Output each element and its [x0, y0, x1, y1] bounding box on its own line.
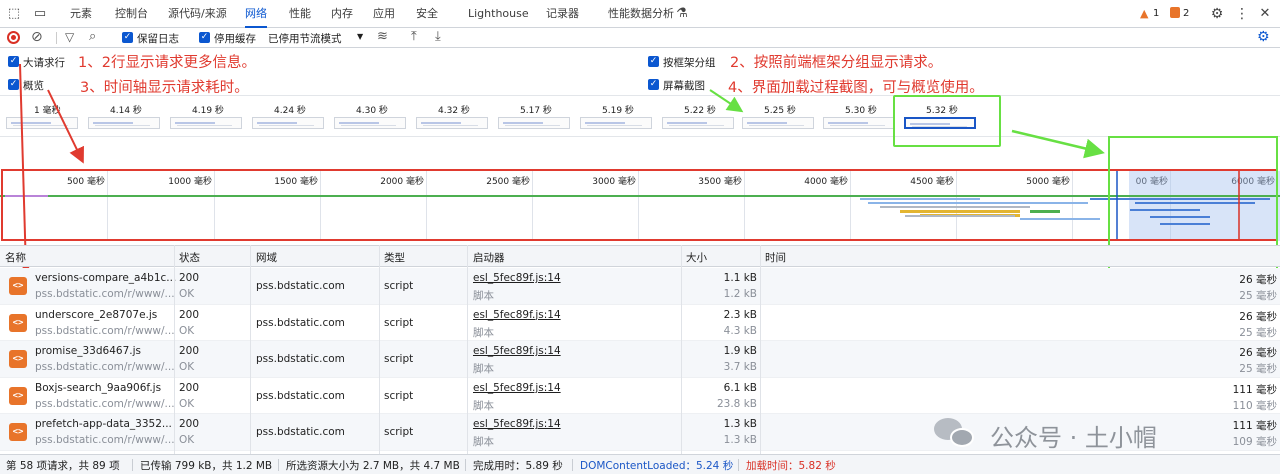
request-domain: pss.bdstatic.com: [256, 389, 345, 402]
initiator-type: 脚本: [473, 363, 494, 376]
status-divider: [278, 459, 279, 471]
request-latency: 109 毫秒: [1232, 436, 1277, 449]
initiator-link[interactable]: esl_5fec89f.js:14: [473, 309, 561, 321]
request-latency: 25 毫秒: [1239, 363, 1277, 376]
initiator-type: 脚本: [473, 290, 494, 302]
request-time: 111 毫秒: [1232, 383, 1277, 396]
watermark-text: 公众号 · 土小帽: [990, 424, 1157, 452]
initiator-link[interactable]: esl_5fec89f.js:14: [473, 345, 561, 357]
status-requests: 第 58 项请求，共 89 项: [6, 460, 120, 472]
table-row[interactable]: <> Boxjs-search_9aa906f.js pss.bdstatic.co…: [0, 378, 1280, 415]
request-path: pss.bdstatic.com/r/www/...: [35, 397, 175, 410]
col-size[interactable]: 大小: [686, 250, 707, 265]
request-type: script: [384, 316, 414, 329]
status-text: OK: [179, 434, 195, 447]
transfer-size: 1.1 kB: [723, 272, 757, 284]
status-text: OK: [179, 288, 195, 300]
script-file-icon: <>: [9, 313, 27, 332]
script-file-icon: <>: [9, 386, 27, 405]
request-path: pss.bdstatic.com/r/www/...: [35, 288, 175, 300]
col-name[interactable]: 名称: [5, 250, 26, 265]
request-path: pss.bdstatic.com/r/www/...: [35, 324, 175, 337]
initiator-type: 脚本: [473, 436, 494, 449]
status-dcl: DOMContentLoaded：5.24 秒: [580, 460, 734, 472]
column-divider[interactable]: [760, 245, 761, 454]
request-type: script: [384, 389, 414, 402]
status-text: OK: [179, 397, 195, 410]
status-divider: [572, 459, 573, 471]
status-code: 200: [179, 272, 200, 284]
col-status[interactable]: 状态: [179, 250, 200, 265]
col-domain[interactable]: 网域: [256, 250, 277, 265]
status-code: 200: [179, 418, 200, 431]
resource-size: 3.7 kB: [723, 361, 757, 374]
wechat-icon: [934, 416, 978, 450]
column-divider[interactable]: [467, 245, 468, 454]
request-name[interactable]: Boxjs-search_9aa906f.js: [35, 382, 161, 394]
resource-size: 1.3 kB: [723, 434, 757, 447]
transfer-size: 1.3 kB: [723, 418, 757, 431]
column-divider[interactable]: [174, 245, 175, 454]
column-divider[interactable]: [250, 245, 251, 454]
status-divider: [132, 459, 133, 471]
resource-size: 1.2 kB: [723, 288, 757, 300]
request-latency: 25 毫秒: [1239, 290, 1277, 302]
status-code: 200: [179, 308, 200, 321]
request-time: 111 毫秒: [1232, 420, 1277, 433]
request-latency: 110 毫秒: [1232, 399, 1277, 412]
request-name[interactable]: promise_33d6467.js: [35, 345, 141, 357]
script-file-icon: <>: [9, 350, 27, 369]
initiator-type: 脚本: [473, 326, 494, 339]
request-domain: pss.bdstatic.com: [256, 426, 345, 439]
column-divider[interactable]: [379, 245, 380, 454]
request-name[interactable]: versions-compare_a4b1c...: [35, 272, 176, 284]
transfer-size: 1.9 kB: [723, 345, 757, 358]
status-divider: [738, 459, 739, 471]
request-latency: 25 毫秒: [1239, 326, 1277, 339]
request-time: 26 毫秒: [1239, 347, 1277, 360]
request-type: script: [384, 426, 414, 439]
initiator-link[interactable]: esl_5fec89f.js:14: [473, 418, 561, 430]
table-header: 名称 状态 网域 类型 启动器 大小 时间: [0, 245, 1280, 267]
table-row[interactable]: <> versions-compare_a4b1c... pss.bdstatic.…: [0, 268, 1280, 305]
status-text: OK: [179, 324, 195, 337]
col-time[interactable]: 时间: [765, 250, 786, 265]
status-code: 200: [179, 345, 200, 358]
status-bar: 第 58 项请求，共 89 项 已传输 799 kB，共 1.2 MB 所选资源…: [0, 454, 1280, 474]
request-path: pss.bdstatic.com/r/www/...: [35, 434, 175, 447]
request-type: script: [384, 280, 414, 292]
resource-size: 4.3 kB: [723, 324, 757, 337]
initiator-type: 脚本: [473, 399, 494, 412]
status-text: OK: [179, 361, 195, 374]
request-path: pss.bdstatic.com/r/www/...: [35, 361, 175, 374]
transfer-size: 2.3 kB: [723, 308, 757, 321]
script-file-icon: <>: [9, 423, 27, 442]
initiator-link[interactable]: esl_5fec89f.js:14: [473, 272, 561, 284]
request-type: script: [384, 353, 414, 366]
script-file-icon: <>: [9, 277, 27, 295]
table-row[interactable]: <> promise_33d6467.js pss.bdstatic.com/r/w…: [0, 341, 1280, 378]
request-name[interactable]: prefetch-app-data_3352...: [35, 418, 172, 430]
transfer-size: 6.1 kB: [723, 381, 757, 394]
request-name[interactable]: underscore_2e8707e.js: [35, 309, 157, 321]
request-domain: pss.bdstatic.com: [256, 280, 345, 292]
table-row[interactable]: <> underscore_2e8707e.js pss.bdstatic.com/…: [0, 305, 1280, 342]
request-domain: pss.bdstatic.com: [256, 353, 345, 366]
resource-size: 23.8 kB: [716, 397, 757, 410]
status-load: 加载时间：5.82 秒: [746, 460, 836, 472]
request-time: 26 毫秒: [1239, 310, 1277, 323]
col-initiator[interactable]: 启动器: [473, 250, 505, 265]
status-resources: 所选资源大小为 2.7 MB，共 4.7 MB: [286, 460, 460, 472]
status-divider: [465, 459, 466, 471]
status-finish: 完成用时：5.89 秒: [473, 460, 563, 472]
request-domain: pss.bdstatic.com: [256, 316, 345, 329]
request-time: 26 毫秒: [1239, 274, 1277, 286]
column-divider[interactable]: [681, 245, 682, 454]
status-transferred: 已传输 799 kB，共 1.2 MB: [140, 460, 273, 472]
status-code: 200: [179, 381, 200, 394]
col-type[interactable]: 类型: [384, 250, 405, 265]
initiator-link[interactable]: esl_5fec89f.js:14: [473, 382, 561, 394]
